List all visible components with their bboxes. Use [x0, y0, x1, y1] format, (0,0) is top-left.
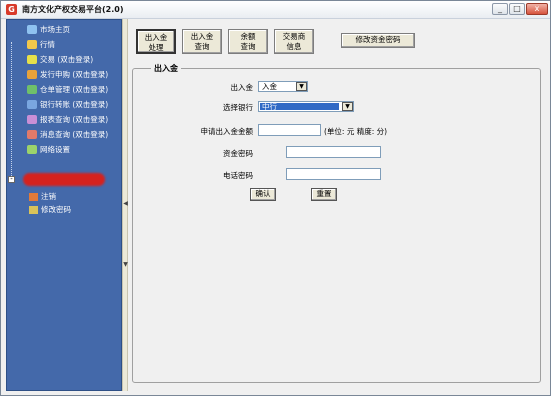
amount-label: 申请出入金金额	[200, 127, 254, 136]
direction-select[interactable]: 入金 ▼	[258, 81, 308, 92]
sidebar-item-bank-transfer[interactable]: 银行转账 (双击登录)	[7, 98, 121, 111]
amount-unit-hint: (单位: 元 精度: 分)	[324, 127, 388, 136]
sidebar-item-messages[interactable]: 消息查询 (双击登录)	[7, 128, 121, 141]
redacted-account-name	[23, 173, 105, 186]
tab-trader-info[interactable]: 交易商 信息	[274, 29, 314, 54]
direction-label: 出入金	[230, 83, 254, 92]
subscribe-icon	[27, 70, 37, 79]
globe-icon	[27, 25, 37, 34]
main-panel: 出入金 处理 出入金 查询 余额 查询 交易商 信息 修改资金密码 出入金 出入金 入金…	[128, 19, 548, 391]
sidebar-item-subscribe[interactable]: 发行申购 (双击登录)	[7, 68, 121, 81]
warehouse-icon	[27, 85, 37, 94]
title-bar[interactable]: G 南方文化产权交易平台(2.0) _ □ x	[1, 1, 550, 19]
close-button[interactable]: x	[526, 3, 548, 15]
phone-password-label: 电话密码	[223, 171, 253, 180]
fund-password-input[interactable]	[286, 146, 381, 158]
message-icon	[27, 130, 37, 139]
tree-collapse-toggle[interactable]: -	[8, 176, 15, 183]
trade-icon	[27, 55, 37, 64]
reset-button[interactable]: 重置	[311, 188, 337, 201]
bank-label: 选择银行	[223, 103, 253, 112]
network-icon	[27, 145, 37, 154]
sidebar-item-reports[interactable]: 报表查询 (双击登录)	[7, 113, 121, 126]
group-legend: 出入金	[151, 63, 181, 74]
sidebar-item-warehouse[interactable]: 仓单管理 (双击登录)	[7, 83, 121, 96]
maximize-button[interactable]: □	[509, 3, 525, 15]
amount-input[interactable]	[258, 124, 321, 136]
bank-icon	[27, 100, 37, 109]
sidebar: 市场主页 行情 交易 (双击登录) 发行申购 (双击登录) 仓单管理 (双击登录…	[6, 19, 122, 391]
sidebar-item-logout[interactable]: 注销	[29, 191, 56, 203]
fund-password-label: 资金密码	[223, 149, 253, 158]
chart-icon	[27, 40, 37, 49]
change-fund-password-button[interactable]: 修改资金密码	[341, 33, 415, 48]
bank-select[interactable]: 中行 ▼	[258, 101, 354, 112]
logout-icon	[29, 193, 38, 201]
report-icon	[27, 115, 37, 124]
app-window: G 南方文化产权交易平台(2.0) _ □ x 市场主页 行情 交易 (双击登录…	[0, 0, 551, 396]
sidebar-item-market-home[interactable]: 市场主页	[7, 23, 121, 36]
sidebar-item-change-password[interactable]: 修改密码	[29, 204, 71, 216]
edit-password-icon	[29, 206, 38, 214]
chevron-down-icon[interactable]: ▼	[342, 102, 353, 111]
sidebar-item-network-settings[interactable]: 网络设置	[7, 143, 121, 156]
window-title: 南方文化产权交易平台(2.0)	[22, 5, 124, 14]
tab-balance-query[interactable]: 余额 查询	[228, 29, 268, 54]
tab-deposit-withdraw-process[interactable]: 出入金 处理	[136, 29, 176, 54]
deposit-withdraw-group: 出入金 出入金 入金 ▼ 选择银行 中行 ▼ 申请出入金金额 (单位: 元 精度…	[132, 63, 541, 383]
sidebar-item-trade[interactable]: 交易 (双击登录)	[7, 53, 121, 66]
minimize-button[interactable]: _	[492, 3, 508, 15]
phone-password-input[interactable]	[286, 168, 381, 180]
tab-deposit-withdraw-query[interactable]: 出入金 查询	[182, 29, 222, 54]
sidebar-item-quotes[interactable]: 行情	[7, 38, 121, 51]
confirm-button[interactable]: 确认	[250, 188, 276, 201]
app-logo-icon: G	[6, 4, 17, 15]
chevron-down-icon[interactable]: ▼	[296, 82, 307, 91]
